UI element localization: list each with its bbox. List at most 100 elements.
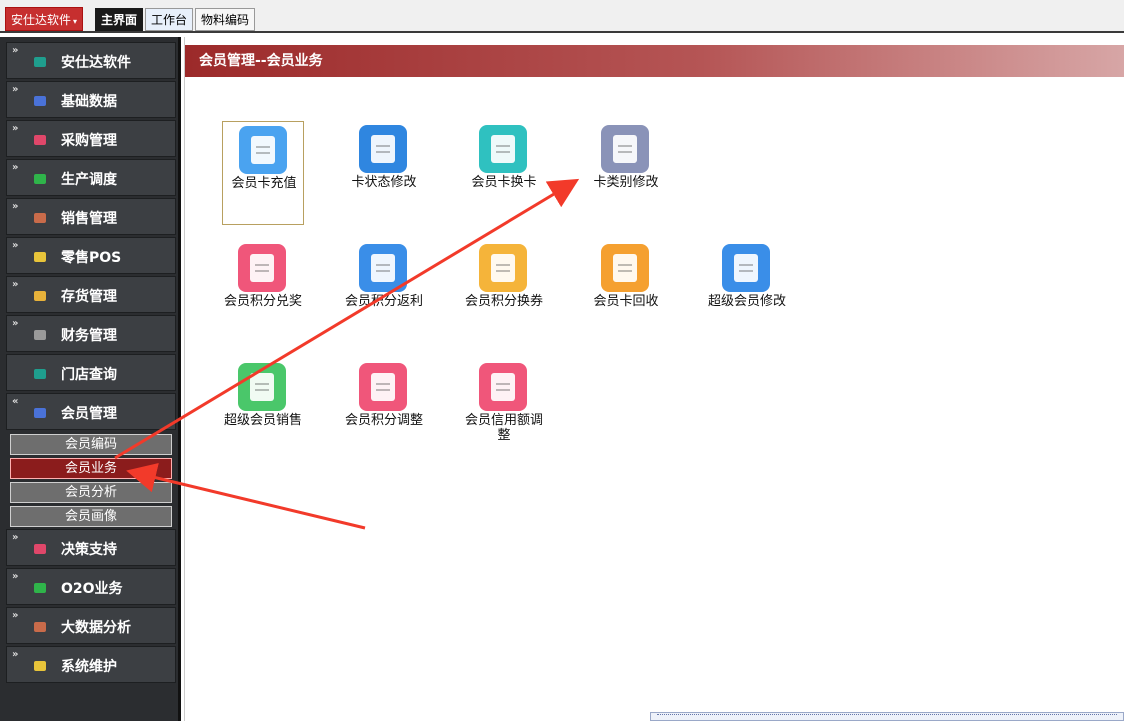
sidebar-item-label: 采购管理	[61, 133, 117, 149]
tab-workbench[interactable]: 工作台	[145, 8, 194, 31]
sidebar-item-label: 安仕达软件	[61, 55, 131, 71]
teal-square-icon	[34, 57, 46, 67]
sidebar-item-retail-pos[interactable]: » 零售POS	[6, 237, 176, 274]
green-square-icon	[34, 174, 46, 184]
sub-item-member-analysis[interactable]: 会员分析	[10, 482, 172, 503]
sidebar-item-purchasing[interactable]: » 采购管理	[6, 120, 176, 157]
tile-label: 会员积分兑奖	[223, 294, 302, 309]
app-menu-button[interactable]: 安仕达软件 ▾	[5, 7, 84, 31]
tile-points-adjust[interactable]: 会员积分调整	[343, 359, 425, 463]
edit-document-icon	[722, 244, 770, 292]
chevron-icon: »	[12, 201, 19, 212]
chevron-icon: »	[12, 84, 19, 95]
chevron-icon: »	[12, 279, 19, 290]
sub-item-member-business[interactable]: 会员业务	[10, 458, 172, 479]
chevron-icon: »	[12, 532, 19, 543]
tab-material-code[interactable]: 物料编码	[195, 8, 256, 31]
user-document-icon	[479, 363, 527, 411]
chevron-icon: »	[12, 649, 19, 660]
sidebar-item-label: 会员管理	[61, 406, 117, 422]
app-window: 安仕达软件 ▾ 主界面 工作台 物料编码 » 安仕达软件 » 基础数据 » 采购管…	[0, 0, 1124, 721]
sidebar-item-member-management[interactable]: « 会员管理	[6, 393, 176, 430]
sub-item-member-portrait[interactable]: 会员画像	[10, 506, 172, 527]
tile-label: 会员卡充值	[231, 176, 297, 191]
tab-main[interactable]: 主界面	[95, 8, 144, 31]
tile-label: 卡类别修改	[593, 175, 659, 190]
percent-coupon-icon	[479, 244, 527, 292]
tile-label: 超级会员销售	[223, 413, 302, 428]
caret-down-icon: ▾	[73, 17, 78, 26]
sidebar-item-label: 销售管理	[61, 211, 117, 227]
sidebar-item-basic-data[interactable]: » 基础数据	[6, 81, 176, 118]
chevron-icon: «	[12, 396, 19, 407]
edit-document-icon	[359, 125, 407, 173]
sidebar: » 安仕达软件 » 基础数据 » 采购管理 » 生产调度 » 销售管理 » 零售…	[0, 37, 181, 721]
sidebar-item-label: 零售POS	[61, 250, 122, 266]
sidebar-item-label: 财务管理	[61, 328, 117, 344]
scroll-thumb[interactable]	[657, 714, 1117, 719]
tile-card-recycle[interactable]: 会员卡回收	[585, 240, 667, 344]
tile-super-member-sale[interactable]: 超级会员销售	[222, 359, 304, 463]
sidebar-item-finance[interactable]: » 财务管理	[6, 315, 176, 352]
sidebar-item-production[interactable]: » 生产调度	[6, 159, 176, 196]
panel-title: 会员管理--会员业务	[185, 45, 1124, 77]
pink-square-icon	[34, 135, 46, 145]
sidebar-item-store-query[interactable]: 门店查询	[6, 354, 176, 391]
tile-card-status-edit[interactable]: 卡状态修改	[343, 121, 425, 225]
sidebar-item-anshida[interactable]: » 安仕达软件	[6, 42, 176, 79]
tile-label: 卡状态修改	[351, 175, 417, 190]
sidebar-item-label: 决策支持	[61, 542, 117, 558]
sidebar-item-inventory[interactable]: » 存货管理	[6, 276, 176, 313]
sub-item-member-code[interactable]: 会员编码	[10, 434, 172, 455]
tile-points-rebate[interactable]: 会员积分返利	[343, 240, 425, 344]
pink-square-icon	[34, 544, 46, 554]
tile-points-coupon[interactable]: 会员积分换券	[463, 240, 545, 344]
tile-card-recharge[interactable]: 会员卡充值	[222, 121, 304, 225]
tile-points-redeem[interactable]: 会员积分兑奖	[222, 240, 304, 344]
yellow-square-icon	[34, 252, 46, 262]
sidebar-item-label: 基础数据	[61, 94, 117, 110]
chevron-icon: »	[12, 162, 19, 173]
tile-label: 会员积分换券	[464, 294, 543, 309]
sidebar-item-label: 生产调度	[61, 172, 117, 188]
brown-square-icon	[34, 622, 46, 632]
tile-credit-adjust[interactable]: 会员信用额调整	[463, 359, 545, 463]
sidebar-item-label: 门店查询	[61, 367, 117, 383]
horizontal-scrollbar[interactable]	[650, 712, 1124, 721]
teal-square-icon	[34, 369, 46, 379]
sidebar-item-sales[interactable]: » 销售管理	[6, 198, 176, 235]
sidebar-item-label: O2O业务	[61, 581, 123, 597]
tile-label: 会员积分返利	[344, 294, 423, 309]
gray-square-icon	[34, 330, 46, 340]
sidebar-item-o2o[interactable]: » O2O业务	[6, 568, 176, 605]
tile-label: 会员卡换卡	[471, 175, 537, 190]
chevron-icon: »	[12, 318, 19, 329]
green-square-icon	[34, 583, 46, 593]
blue-square-icon	[34, 408, 46, 418]
sidebar-item-label: 系统维护	[61, 659, 117, 675]
tile-label: 超级会员修改	[707, 294, 786, 309]
tile-card-replace[interactable]: 会员卡换卡	[463, 121, 545, 225]
sidebar-item-system[interactable]: » 系统维护	[6, 646, 176, 683]
upload-folder-icon	[238, 363, 286, 411]
chevron-icon: »	[12, 610, 19, 621]
server-stack-icon	[601, 125, 649, 173]
sidebar-item-label: 存货管理	[61, 289, 117, 305]
tile-super-member-edit[interactable]: 超级会员修改	[706, 240, 788, 344]
blue-square-icon	[34, 96, 46, 106]
tile-card-type-edit[interactable]: 卡类别修改	[585, 121, 667, 225]
gift-icon	[238, 244, 286, 292]
chevron-icon: »	[12, 571, 19, 582]
tile-label: 会员积分调整	[344, 413, 423, 428]
sidebar-item-big-data[interactable]: » 大数据分析	[6, 607, 176, 644]
brown-square-icon	[34, 213, 46, 223]
chevron-icon: »	[12, 123, 19, 134]
tile-label: 会员卡回收	[593, 294, 659, 309]
sidebar-item-decision-support[interactable]: » 决策支持	[6, 529, 176, 566]
chevron-icon: »	[12, 240, 19, 251]
top-bar: 安仕达软件 ▾ 主界面 工作台 物料编码	[0, 0, 1124, 33]
main-panel: 会员管理--会员业务 会员卡充值 卡状态修改 会员卡换卡 卡类别修改 会员积分兑…	[184, 37, 1124, 721]
sidebar-item-label: 大数据分析	[61, 620, 131, 636]
chevron-icon: »	[12, 45, 19, 56]
check-document-icon	[359, 363, 407, 411]
